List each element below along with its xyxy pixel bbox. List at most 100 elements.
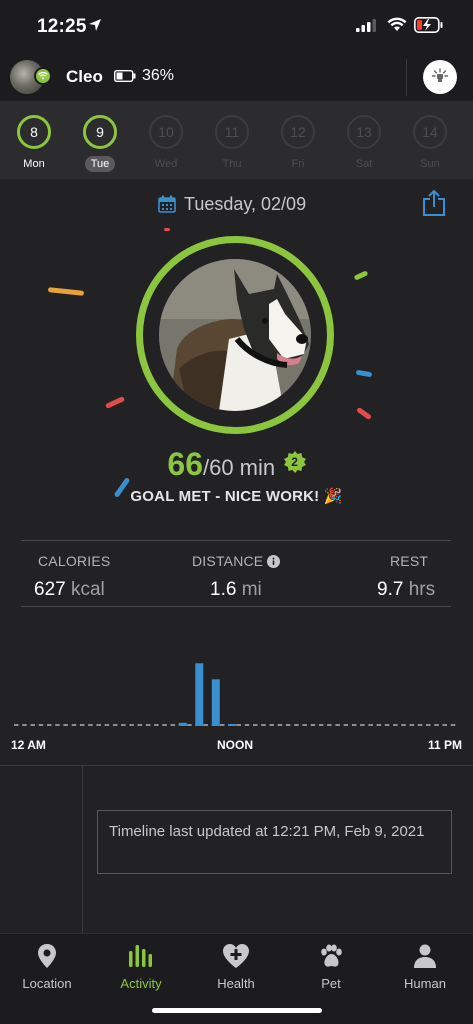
- status-bar: 12:25: [0, 0, 473, 54]
- baseline-dash: [285, 724, 291, 726]
- activity-minutes: 66: [167, 446, 203, 482]
- day-number: 9: [83, 115, 117, 149]
- tab-location[interactable]: Location: [7, 942, 87, 991]
- baseline-dash: [434, 724, 439, 726]
- location-arrow-icon: [89, 19, 101, 31]
- day-number: 10: [149, 115, 183, 149]
- tab-label: Activity: [120, 976, 162, 991]
- calories-unit: kcal: [70, 579, 105, 600]
- baseline-dash: [269, 724, 274, 726]
- person-icon: [414, 944, 436, 968]
- day-mon[interactable]: 8 Mon: [14, 115, 54, 172]
- baseline-dash: [170, 724, 176, 726]
- tracker-battery-icon: [114, 70, 136, 82]
- light-bulb-icon: [431, 68, 449, 82]
- dog-photo-illustration: [159, 259, 311, 411]
- day-label: Sat: [355, 158, 373, 170]
- confetti: [355, 369, 373, 378]
- x-axis-start-label: 12 AM: [11, 738, 46, 752]
- baseline-dash: [112, 724, 118, 726]
- distance-label[interactable]: DISTANCE: [192, 553, 281, 569]
- baseline-dash: [154, 724, 159, 726]
- baseline-dash: [22, 724, 27, 726]
- calories-value: 627 kcal: [34, 579, 105, 601]
- wifi-connected-icon: [34, 67, 52, 85]
- phone-battery-icon: [414, 17, 443, 33]
- day-thu[interactable]: 11 Thu: [212, 115, 252, 172]
- activity-bar[interactable]: [211, 679, 220, 726]
- rest-label: REST: [390, 553, 429, 569]
- timeline-line: [82, 766, 83, 933]
- baseline-dash: [38, 724, 44, 726]
- baseline-dash: [162, 724, 167, 726]
- date-display[interactable]: Tuesday, 02/09: [158, 190, 306, 218]
- tracker-battery-percent: 36%: [142, 67, 175, 84]
- baseline-dash: [368, 724, 373, 726]
- tab-label: Human: [404, 976, 446, 991]
- baseline-dash: [302, 724, 307, 726]
- calories-number: 627: [34, 579, 66, 600]
- day-number: 11: [215, 115, 249, 149]
- baseline-dash: [71, 724, 77, 726]
- baseline-dash: [14, 724, 19, 726]
- confetti: [104, 396, 126, 409]
- tab-pet[interactable]: Pet: [291, 942, 371, 991]
- day-number: 14: [413, 115, 447, 149]
- day-wed[interactable]: 10 Wed: [146, 115, 186, 172]
- distance-unit: mi: [241, 579, 262, 600]
- rest-value: 9.7 hrs: [377, 579, 435, 601]
- paw-icon: [321, 944, 342, 967]
- baseline-dash: [384, 724, 390, 726]
- day-label: Tue: [85, 156, 115, 172]
- pet-photo[interactable]: [159, 259, 311, 411]
- location-pin-icon: [38, 944, 56, 968]
- day-number: 12: [281, 115, 315, 149]
- baseline-dash: [310, 724, 316, 726]
- divider: [406, 59, 407, 96]
- share-icon[interactable]: [422, 189, 446, 217]
- activity-bar[interactable]: [195, 663, 204, 726]
- status-time: 12:25: [37, 16, 87, 37]
- tab-label: Health: [217, 976, 255, 991]
- confetti: [164, 228, 170, 231]
- divider: [21, 540, 451, 541]
- baseline-dash: [121, 724, 126, 726]
- activity-bar[interactable]: [178, 722, 187, 726]
- tab-health[interactable]: Health: [196, 942, 276, 991]
- pet-name[interactable]: Cleo: [66, 67, 103, 87]
- tab-human[interactable]: Human: [385, 942, 465, 991]
- baseline-dash: [55, 724, 60, 726]
- tab-activity[interactable]: Activity: [101, 942, 181, 991]
- baseline-dash: [187, 724, 192, 726]
- baseline-dash: [203, 724, 208, 726]
- tab-label: Pet: [321, 976, 341, 991]
- baseline-dash: [63, 724, 68, 726]
- baseline-dash: [401, 724, 406, 726]
- day-label: Mon: [23, 158, 45, 170]
- goal-progress: 66/60 min 2: [0, 446, 473, 483]
- pet-header: Cleo 36%: [0, 54, 473, 101]
- day-sat[interactable]: 13 Sat: [344, 115, 384, 172]
- baseline-dash: [393, 724, 398, 726]
- distance-value: 1.6 mi: [210, 579, 262, 601]
- home-indicator[interactable]: [152, 1008, 322, 1013]
- baseline-dash: [343, 724, 349, 726]
- activity-bar[interactable]: [228, 724, 237, 726]
- baseline-dash: [236, 724, 241, 726]
- calendar-icon: [158, 195, 176, 213]
- day-label: Thu: [222, 158, 242, 170]
- info-icon[interactable]: [267, 554, 281, 568]
- baseline-dash: [244, 724, 250, 726]
- day-fri[interactable]: 12 Fri: [278, 115, 318, 172]
- day-sun[interactable]: 14 Sun: [410, 115, 450, 172]
- light-toggle-button[interactable]: [423, 60, 457, 94]
- baseline-dash: [409, 724, 415, 726]
- pet-avatar[interactable]: [10, 60, 52, 94]
- baseline-dash: [47, 724, 52, 726]
- day-label: Fri: [291, 158, 305, 170]
- day-number: 13: [347, 115, 381, 149]
- streak-count: 2: [291, 455, 298, 469]
- baseline-dash: [261, 724, 266, 726]
- baseline-dash: [442, 724, 447, 726]
- day-tue[interactable]: 9 Tue: [80, 115, 120, 172]
